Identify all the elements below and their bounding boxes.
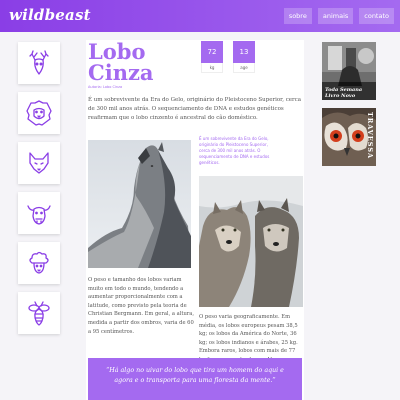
sidebar-item-bee[interactable] [18,292,60,334]
wolf-pair-image [199,176,303,307]
article-main: Lobo Cinza Autoria: Lobo Cinza 72 kg 13 … [86,40,304,400]
title-line-2: Cinza [88,60,154,85]
stat-weight: 72 kg [201,41,223,73]
sheep-icon [29,251,49,274]
stat-weight-value: 72 [201,41,223,63]
sidebar-item-deer[interactable] [18,42,60,84]
lion-icon [26,100,52,126]
sidebar-item-sheep[interactable] [18,242,60,284]
stat-age-value: 13 [233,41,255,63]
ad-travessa-text: TRAVESSA [366,112,374,160]
stat-age-label: age [233,63,255,73]
fox-icon [29,152,49,174]
nav-animais[interactable]: animais [317,8,354,24]
sidebar-item-buffalo[interactable] [18,192,60,234]
ad-book-caption: Toda Semana Livro Novo [325,87,362,99]
sidebar-item-fox[interactable] [18,142,60,184]
quote-banner: “Há algo no uivar do lobo que tira um ho… [88,358,302,400]
deer-icon [29,50,49,75]
nav-contato[interactable]: contato [359,8,394,24]
stat-age: 13 age [233,41,255,73]
howling-wolf-image [88,140,191,268]
site-header: wildbeast sobre animais contato [0,0,400,32]
sidebar-item-lion[interactable] [18,92,60,134]
bee-icon [28,301,50,326]
ad-travessa[interactable]: TRAVESSA [322,108,376,166]
ad-caption-line-2: Livro Novo [325,93,356,99]
title-line-1: Lobo [88,39,146,64]
nav-sobre[interactable]: sobre [283,8,312,24]
right-sidebar: Toda Semana Livro Novo TRAVESSA [322,42,376,166]
page-title: Lobo Cinza [88,41,154,83]
ad-book-weekly[interactable]: Toda Semana Livro Novo [322,42,376,100]
stat-weight-label: kg [201,63,223,73]
buffalo-icon [27,205,51,225]
main-nav: sobre animais contato [283,8,394,24]
brand-logo[interactable]: wildbeast [9,6,91,24]
intro-paragraph: É um sobrevivente da Era do Gelo, origin… [88,97,302,121]
author-byline: Autoria: Lobo Cinza [88,85,123,89]
body-column-1: O peso e tamanho dos lobos variam muito … [88,277,195,335]
animal-sidebar [18,42,60,342]
side-quote: É um sobrevivente da Era do Gelo, origin… [199,136,270,165]
